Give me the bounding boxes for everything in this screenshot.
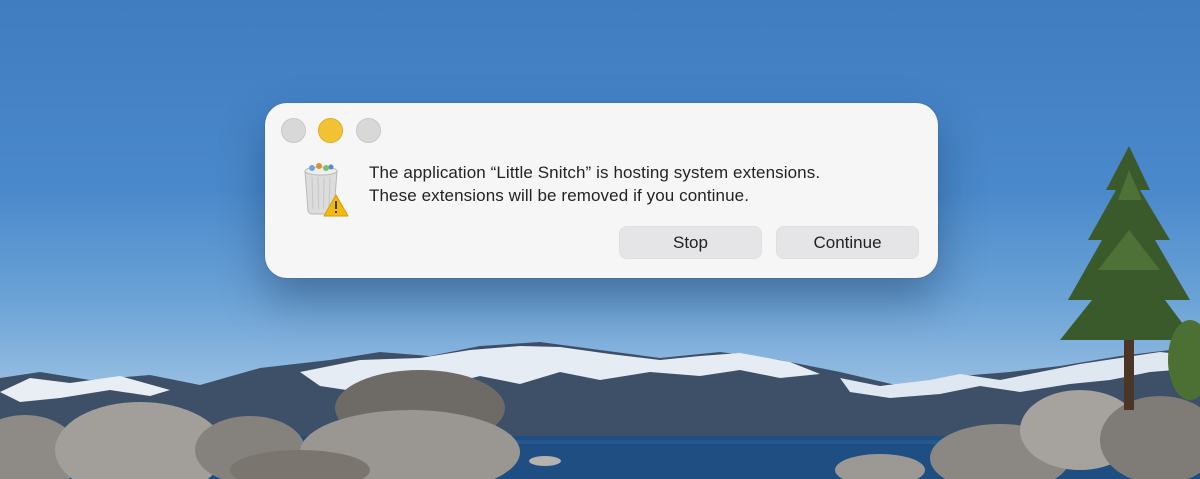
continue-button[interactable]: Continue: [776, 226, 919, 259]
alert-message-line-1: The application “Little Snitch” is hosti…: [369, 163, 821, 182]
alert-message: The application “Little Snitch” is hosti…: [369, 161, 929, 207]
close-icon[interactable]: [281, 118, 306, 143]
desktop: The application “Little Snitch” is hosti…: [0, 0, 1200, 479]
stop-button[interactable]: Stop: [619, 226, 762, 259]
alert-message-line-2: These extensions will be removed if you …: [369, 186, 750, 205]
minimize-icon[interactable]: [318, 118, 343, 143]
trash-warning-icon: [304, 163, 349, 217]
zoom-icon[interactable]: [356, 118, 381, 143]
alert-dialog: The application “Little Snitch” is hosti…: [265, 103, 938, 278]
